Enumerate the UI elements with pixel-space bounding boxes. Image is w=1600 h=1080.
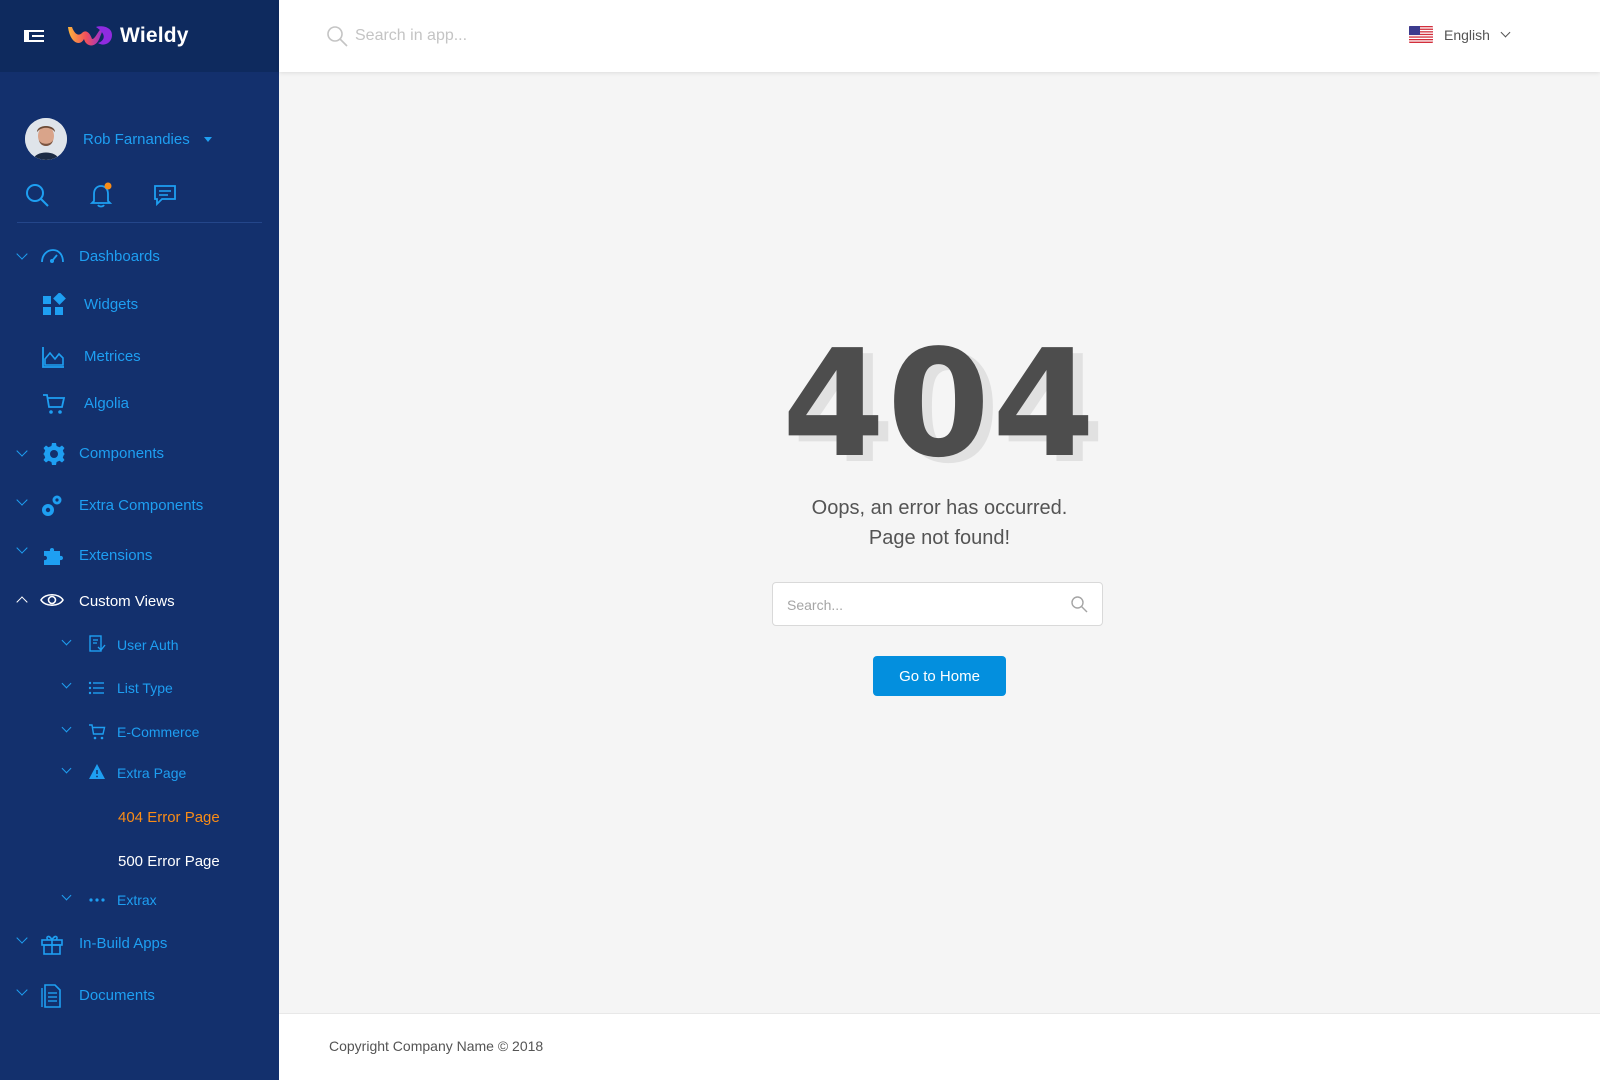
- language-switcher[interactable]: English: [1409, 26, 1511, 43]
- sidebar-item-dashboards[interactable]: Dashboards: [0, 245, 279, 269]
- sidebar-header: Wieldy: [0, 0, 279, 72]
- sidebar-divider: [17, 222, 262, 223]
- sidebar-item-label: List Type: [117, 680, 173, 696]
- caret-down-icon[interactable]: [203, 136, 212, 142]
- dots-icon: [89, 898, 105, 902]
- sidebar-item-label: In-Build Apps: [79, 935, 168, 952]
- brand-name: Wieldy: [120, 24, 189, 47]
- sidebar-item-extra-page[interactable]: Extra Page: [0, 763, 279, 783]
- dashboard-icon: [41, 249, 64, 263]
- menu-toggle-icon[interactable]: [24, 27, 44, 45]
- sidebar-item-label: Extrax: [117, 892, 157, 908]
- area-chart-icon: [42, 347, 64, 368]
- cart-icon: [89, 724, 106, 740]
- sidebar-item-label: Widgets: [84, 296, 139, 313]
- sidebar-item-label: Dashboards: [79, 248, 160, 265]
- sidebar-item-404-error-page[interactable]: 404 Error Page: [0, 807, 279, 829]
- chevron-down-icon: [16, 932, 28, 944]
- us-flag-icon: [1409, 26, 1433, 43]
- sidebar: Wieldy Rob Farnandies Dashboards Widgets…: [0, 0, 279, 1080]
- sidebar-item-e-commerce[interactable]: E-Commerce: [0, 722, 279, 742]
- chevron-down-icon: [16, 248, 28, 260]
- error-message: Oops, an error has occurred. Page not fo…: [279, 493, 1600, 553]
- bell-icon[interactable]: [88, 182, 114, 208]
- app-search-input[interactable]: [355, 22, 755, 50]
- sidebar-item-label: Custom Views: [79, 593, 175, 610]
- error-code: 404: [782, 318, 1097, 490]
- error-search-box: [772, 582, 1103, 626]
- sidebar-item-label: E-Commerce: [117, 724, 200, 740]
- sidebar-item-label: 500 Error Page: [118, 853, 220, 870]
- sidebar-item-extensions[interactable]: Extensions: [0, 542, 279, 568]
- main-content: 404 Oops, an error has occurred. Page no…: [279, 72, 1600, 1013]
- topbar: English: [279, 0, 1600, 72]
- eye-icon: [40, 593, 64, 607]
- sidebar-item-label: Algolia: [84, 395, 130, 412]
- quick-actions: [0, 168, 279, 222]
- sidebar-item-label: Metrices: [84, 348, 141, 365]
- sidebar-item-label: Components: [79, 445, 165, 462]
- sidebar-item-components[interactable]: Components: [0, 442, 279, 466]
- logo[interactable]: Wieldy: [66, 23, 189, 49]
- chevron-down-icon: [61, 890, 72, 901]
- sidebar-item-500-error-page[interactable]: 500 Error Page: [0, 851, 279, 873]
- chevron-down-icon: [16, 494, 28, 506]
- puzzle-icon: [44, 548, 63, 565]
- sidebar-item-user-auth[interactable]: User Auth: [0, 635, 279, 655]
- search-icon[interactable]: [1070, 595, 1088, 613]
- gift-icon: [41, 935, 63, 955]
- search-icon[interactable]: [326, 25, 348, 47]
- chevron-up-icon: [16, 596, 28, 608]
- chevron-down-icon: [16, 984, 28, 996]
- sidebar-item-label: User Auth: [117, 637, 179, 653]
- sidebar-item-algolia[interactable]: Algolia: [0, 392, 279, 416]
- avatar-image: [25, 118, 67, 160]
- list-icon: [88, 681, 104, 695]
- sidebar-item-list-type[interactable]: List Type: [0, 678, 279, 698]
- chevron-down-icon: [1500, 27, 1511, 38]
- chevron-down-icon: [61, 678, 72, 689]
- language-label: English: [1444, 26, 1490, 43]
- error-search-input[interactable]: [787, 593, 1057, 617]
- sidebar-item-label: Extra Page: [117, 765, 187, 781]
- sidebar-item-extrax[interactable]: Extrax: [0, 890, 279, 910]
- gears-icon: [42, 495, 62, 516]
- chevron-down-icon: [61, 722, 72, 733]
- sidebar-item-documents[interactable]: Documents: [0, 984, 279, 1008]
- avatar[interactable]: [25, 118, 67, 160]
- chat-icon[interactable]: [152, 182, 178, 208]
- sidebar-item-label: Extensions: [79, 547, 153, 564]
- error-line-1: Oops, an error has occurred.: [811, 497, 1068, 519]
- sidebar-item-metrices[interactable]: Metrices: [0, 345, 279, 369]
- sidebar-item-label: Extra Components: [79, 497, 204, 514]
- chevron-down-icon: [61, 635, 72, 646]
- sidebar-item-extra-components[interactable]: Extra Components: [0, 494, 279, 518]
- chevron-down-icon: [16, 542, 28, 554]
- error-line-2: Page not found!: [868, 527, 1011, 549]
- chevron-down-icon: [16, 445, 28, 457]
- sidebar-item-widgets[interactable]: Widgets: [0, 293, 279, 317]
- sidebar-item-label: Documents: [79, 987, 155, 1004]
- user-name: Rob Farnandies: [83, 130, 190, 148]
- footer: Copyright Company Name © 2018: [279, 1013, 1600, 1080]
- gear-icon: [43, 443, 65, 465]
- search-icon[interactable]: [24, 182, 50, 208]
- go-to-home-button[interactable]: Go to Home: [873, 656, 1006, 696]
- sidebar-item-custom-views[interactable]: Custom Views: [0, 590, 279, 614]
- cart-icon: [43, 394, 66, 414]
- copyright-text: Copyright Company Name © 2018: [329, 1038, 544, 1054]
- widgets-icon: [43, 293, 66, 315]
- sidebar-item-label: 404 Error Page: [118, 809, 220, 826]
- document-icon: [41, 984, 61, 1008]
- sidebar-item-in-build-apps[interactable]: In-Build Apps: [0, 932, 279, 956]
- auth-icon: [89, 635, 106, 652]
- logo-mark-icon: [68, 26, 112, 46]
- warning-icon: [89, 764, 105, 779]
- chevron-down-icon: [61, 763, 72, 774]
